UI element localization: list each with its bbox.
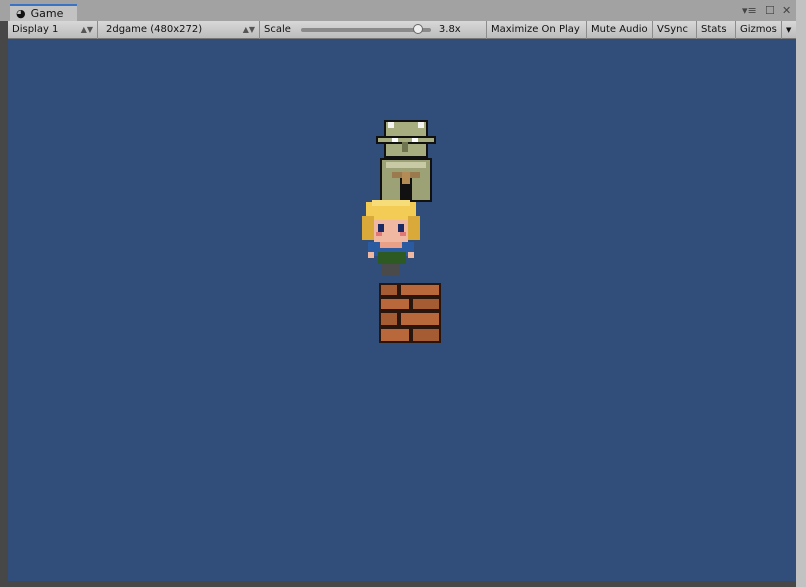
stats-toggle[interactable]: Stats xyxy=(697,20,736,39)
maximize-on-play-toggle[interactable]: Maximize On Play xyxy=(487,20,587,39)
tab-label: Game xyxy=(30,7,64,20)
scale-slider[interactable] xyxy=(300,23,431,34)
scale-control: Scale 3.8x xyxy=(260,20,487,39)
maximize-icon[interactable]: ☐ xyxy=(765,4,775,17)
gizmos-dropdown-arrow-icon[interactable]: ▼ xyxy=(782,21,796,39)
inspector-panel-edge xyxy=(796,0,806,587)
resolution-label: 2dgame (480x272) xyxy=(106,24,203,35)
goblin-sprite xyxy=(376,120,436,202)
pacman-game-icon: ◕ xyxy=(16,7,26,20)
scale-slider-knob[interactable] xyxy=(412,23,423,34)
display-dropdown[interactable]: Display 1 ▲▼ xyxy=(8,20,98,39)
updown-arrows-icon: ▲▼ xyxy=(242,25,255,34)
brick-block-sprite xyxy=(379,283,441,343)
tab-bar: ◕ Game ▾≡ ☐ ✕ xyxy=(0,0,796,21)
scale-value: 3.8x xyxy=(438,24,461,35)
mute-audio-toggle[interactable]: Mute Audio xyxy=(587,20,653,39)
tab-game[interactable]: ◕ Game xyxy=(10,4,77,21)
scale-label: Scale xyxy=(264,24,291,35)
player-girl-sprite xyxy=(362,200,420,276)
tab-menu-icon[interactable]: ▾≡ xyxy=(742,4,757,17)
updown-arrows-icon: ▲▼ xyxy=(80,25,93,34)
game-view[interactable] xyxy=(8,39,796,581)
game-toolbar: Display 1 ▲▼ 2dgame (480x272) ▲▼ Scale 3… xyxy=(8,20,796,39)
display-label: Display 1 xyxy=(12,24,59,35)
vsync-toggle[interactable]: VSync xyxy=(653,20,697,39)
close-icon[interactable]: ✕ xyxy=(782,4,791,17)
resolution-dropdown[interactable]: 2dgame (480x272) ▲▼ xyxy=(98,20,260,39)
gizmos-toggle[interactable]: Gizmos xyxy=(736,20,782,39)
